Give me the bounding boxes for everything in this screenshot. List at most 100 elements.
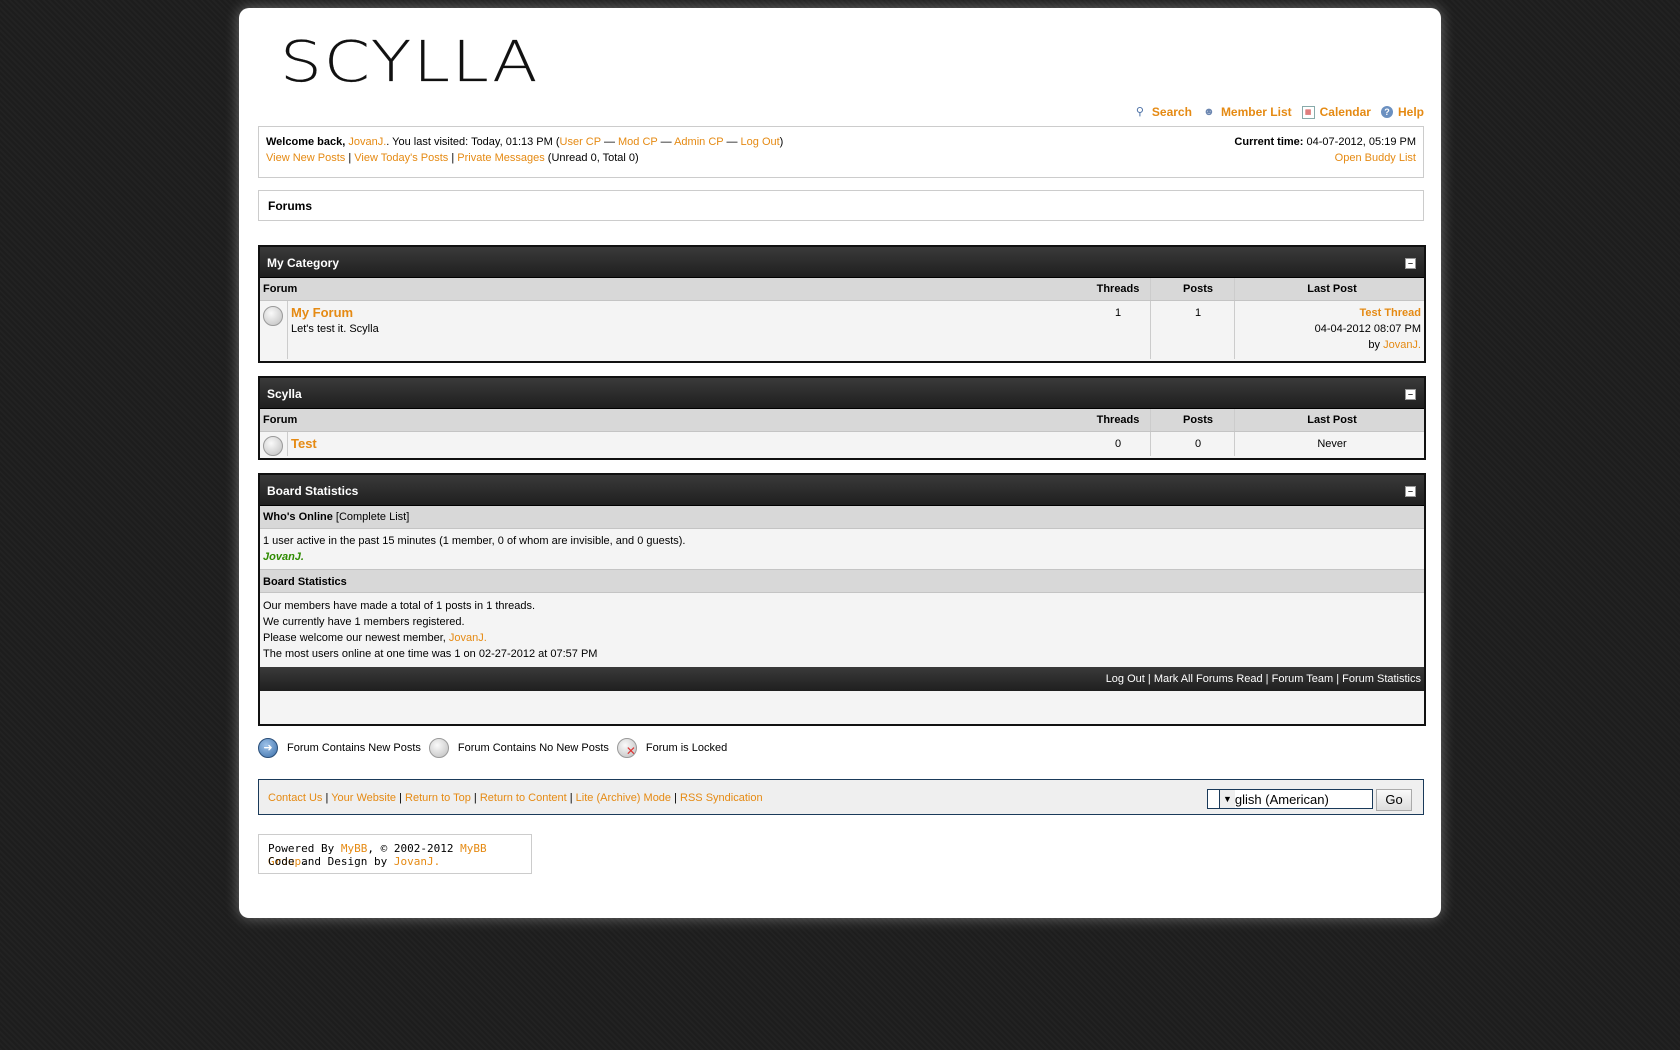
legend-label: Forum Contains New Posts [287, 742, 421, 754]
page-title: Forums [268, 199, 313, 213]
mark-all-read-link[interactable]: Mark All Forums Read [1154, 673, 1263, 685]
complete-list-link[interactable]: [Complete List] [336, 511, 409, 523]
whos-online-label: Who's Online [Complete List] [263, 511, 409, 523]
author-link[interactable]: JovanJ. [394, 855, 440, 868]
category-title[interactable]: My Category [267, 256, 339, 270]
category-header: Scylla – [260, 378, 1424, 409]
statistics-footer: Log Out | Mark All Forums Read | Forum T… [260, 667, 1424, 691]
legend-item: Forum Contains No New Posts [428, 738, 609, 758]
member-list-link[interactable]: ☻ Member List [1202, 105, 1291, 119]
category-title[interactable]: Scylla [267, 387, 302, 401]
by-label: by [1368, 339, 1384, 351]
col-threads: Threads [1096, 283, 1140, 295]
footer-links: Contact Us | Your Website | Return to To… [268, 792, 763, 804]
welcome-text: Welcome back, [266, 136, 349, 148]
contact-us-link[interactable]: Contact Us [268, 792, 322, 804]
welcome-panel: Welcome back, JovanJ.. You last visited:… [258, 126, 1424, 178]
forum-statistics-link[interactable]: Forum Statistics [1342, 673, 1421, 685]
separator: — [657, 136, 675, 148]
calendar-link[interactable]: ▦ Calendar [1301, 105, 1371, 119]
forum-team-link[interactable]: Forum Team [1272, 673, 1334, 685]
col-posts: Posts [1183, 414, 1213, 426]
paren: ) [779, 136, 784, 148]
forum-link[interactable]: Test [291, 436, 317, 451]
site-logo[interactable]: SCYLLA [280, 33, 539, 90]
forum-legend: ➜ Forum Contains New Posts Forum Contain… [258, 738, 735, 758]
col-last-post: Last Post [1307, 414, 1357, 426]
private-messages-link[interactable]: Private Messages [457, 152, 544, 164]
locked-icon: ✕ [616, 738, 637, 758]
footer-links: Log Out | Mark All Forums Read | Forum T… [1105, 673, 1421, 685]
separator: | [345, 152, 355, 164]
online-summary: 1 user active in the past 15 minutes (1 … [263, 535, 686, 547]
copyright-box: Powered By MyBB, © 2002-2012 MyBB Group.… [258, 834, 532, 874]
help-link[interactable]: ? Help [1380, 105, 1424, 119]
copyright-years: , © 2002-2012 [367, 842, 461, 855]
your-website-link[interactable]: Your Website [331, 792, 396, 804]
language-value: English (American) [1219, 792, 1329, 807]
design-credit: Code and Design by JovanJ. [268, 855, 440, 868]
stats-line: We currently have 1 members registered. [263, 616, 465, 628]
language-select[interactable]: English (American) ▼ [1207, 789, 1373, 809]
return-to-top-link[interactable]: Return to Top [405, 792, 471, 804]
category-header: My Category – [260, 247, 1424, 278]
last-post-user-link[interactable]: JovanJ. [1383, 339, 1421, 351]
current-time: Current time: 04-07-2012, 05:19 PM [1234, 136, 1416, 148]
legend-item: ✕ Forum is Locked [616, 738, 727, 758]
time-value: 04-07-2012, 05:19 PM [1303, 136, 1416, 148]
legend-item: ➜ Forum Contains New Posts [258, 738, 421, 758]
collapse-icon[interactable]: – [1405, 389, 1416, 400]
calendar-icon: ▦ [1301, 105, 1315, 119]
lite-mode-link[interactable]: Lite (Archive) Mode [576, 792, 671, 804]
go-button[interactable]: Go [1376, 789, 1412, 811]
online-user-link[interactable]: JovanJ. [263, 551, 304, 563]
page-container: SCYLLA ⚲ Search ☻ Member List ▦ Calendar… [239, 8, 1441, 918]
member-list-icon: ☻ [1203, 106, 1215, 118]
view-todays-posts-link[interactable]: View Today's Posts [354, 152, 448, 164]
separator: — [723, 136, 741, 148]
post-count: 0 [1194, 438, 1202, 450]
mybb-link[interactable]: MyBB [341, 842, 368, 855]
chevron-down-icon[interactable]: ▼ [1219, 790, 1235, 808]
search-link[interactable]: ⚲ Search [1133, 105, 1192, 119]
newest-member-label: Please welcome our newest member, [263, 632, 449, 644]
forum-link[interactable]: My Forum [291, 305, 353, 320]
last-post-author: by JovanJ. [1368, 339, 1421, 351]
no-new-posts-icon [428, 738, 449, 758]
return-to-content-link[interactable]: Return to Content [480, 792, 567, 804]
log-out-link[interactable]: Log Out [1106, 673, 1145, 685]
statistics-subtitle: Board Statistics [263, 576, 347, 588]
buddy-list: Open Buddy List [1335, 152, 1416, 164]
forum-description: Let's test it. Scylla [291, 323, 379, 335]
log-out-link[interactable]: Log Out [741, 136, 780, 148]
top-links: ⚲ Search ☻ Member List ▦ Calendar ? Help [1133, 105, 1424, 119]
board-statistics-header: Board Statistics – [260, 475, 1424, 506]
forum-status-icon [263, 436, 283, 456]
collapse-icon[interactable]: – [1405, 486, 1416, 497]
design-label: Code and Design by [268, 855, 394, 868]
view-new-posts-link[interactable]: View New Posts [266, 152, 345, 164]
col-last-post: Last Post [1307, 283, 1357, 295]
user-cp-link[interactable]: User CP [560, 136, 601, 148]
admin-cp-link[interactable]: Admin CP [674, 136, 723, 148]
collapse-icon[interactable]: – [1405, 258, 1416, 269]
category-table: My Category – Forum Threads Posts Last P… [258, 245, 1426, 363]
post-count: 1 [1194, 307, 1202, 319]
mod-cp-link[interactable]: Mod CP [618, 136, 658, 148]
board-statistics-title: Board Statistics [267, 484, 359, 498]
help-icon: ? [1380, 106, 1393, 118]
welcome-line: Welcome back, JovanJ.. You last visited:… [266, 136, 783, 148]
col-posts: Posts [1183, 283, 1213, 295]
rss-syndication-link[interactable]: RSS Syndication [680, 792, 763, 804]
user-profile-link[interactable]: JovanJ. [348, 136, 386, 148]
search-icon: ⚲ [1135, 106, 1144, 118]
col-forum: Forum [263, 283, 298, 295]
column-headers: Forum Threads Posts Last Post [260, 278, 1424, 301]
pm-count: (Unread 0, Total 0) [544, 152, 639, 164]
last-thread-link[interactable]: Test Thread [1359, 307, 1421, 319]
newest-member-link[interactable]: JovanJ. [449, 632, 487, 644]
open-buddy-list-link[interactable]: Open Buddy List [1335, 152, 1416, 164]
forum-status-icon [263, 306, 283, 326]
quick-links: View New Posts | View Today's Posts | Pr… [266, 152, 639, 164]
footer-bar: Contact Us | Your Website | Return to To… [258, 779, 1424, 815]
